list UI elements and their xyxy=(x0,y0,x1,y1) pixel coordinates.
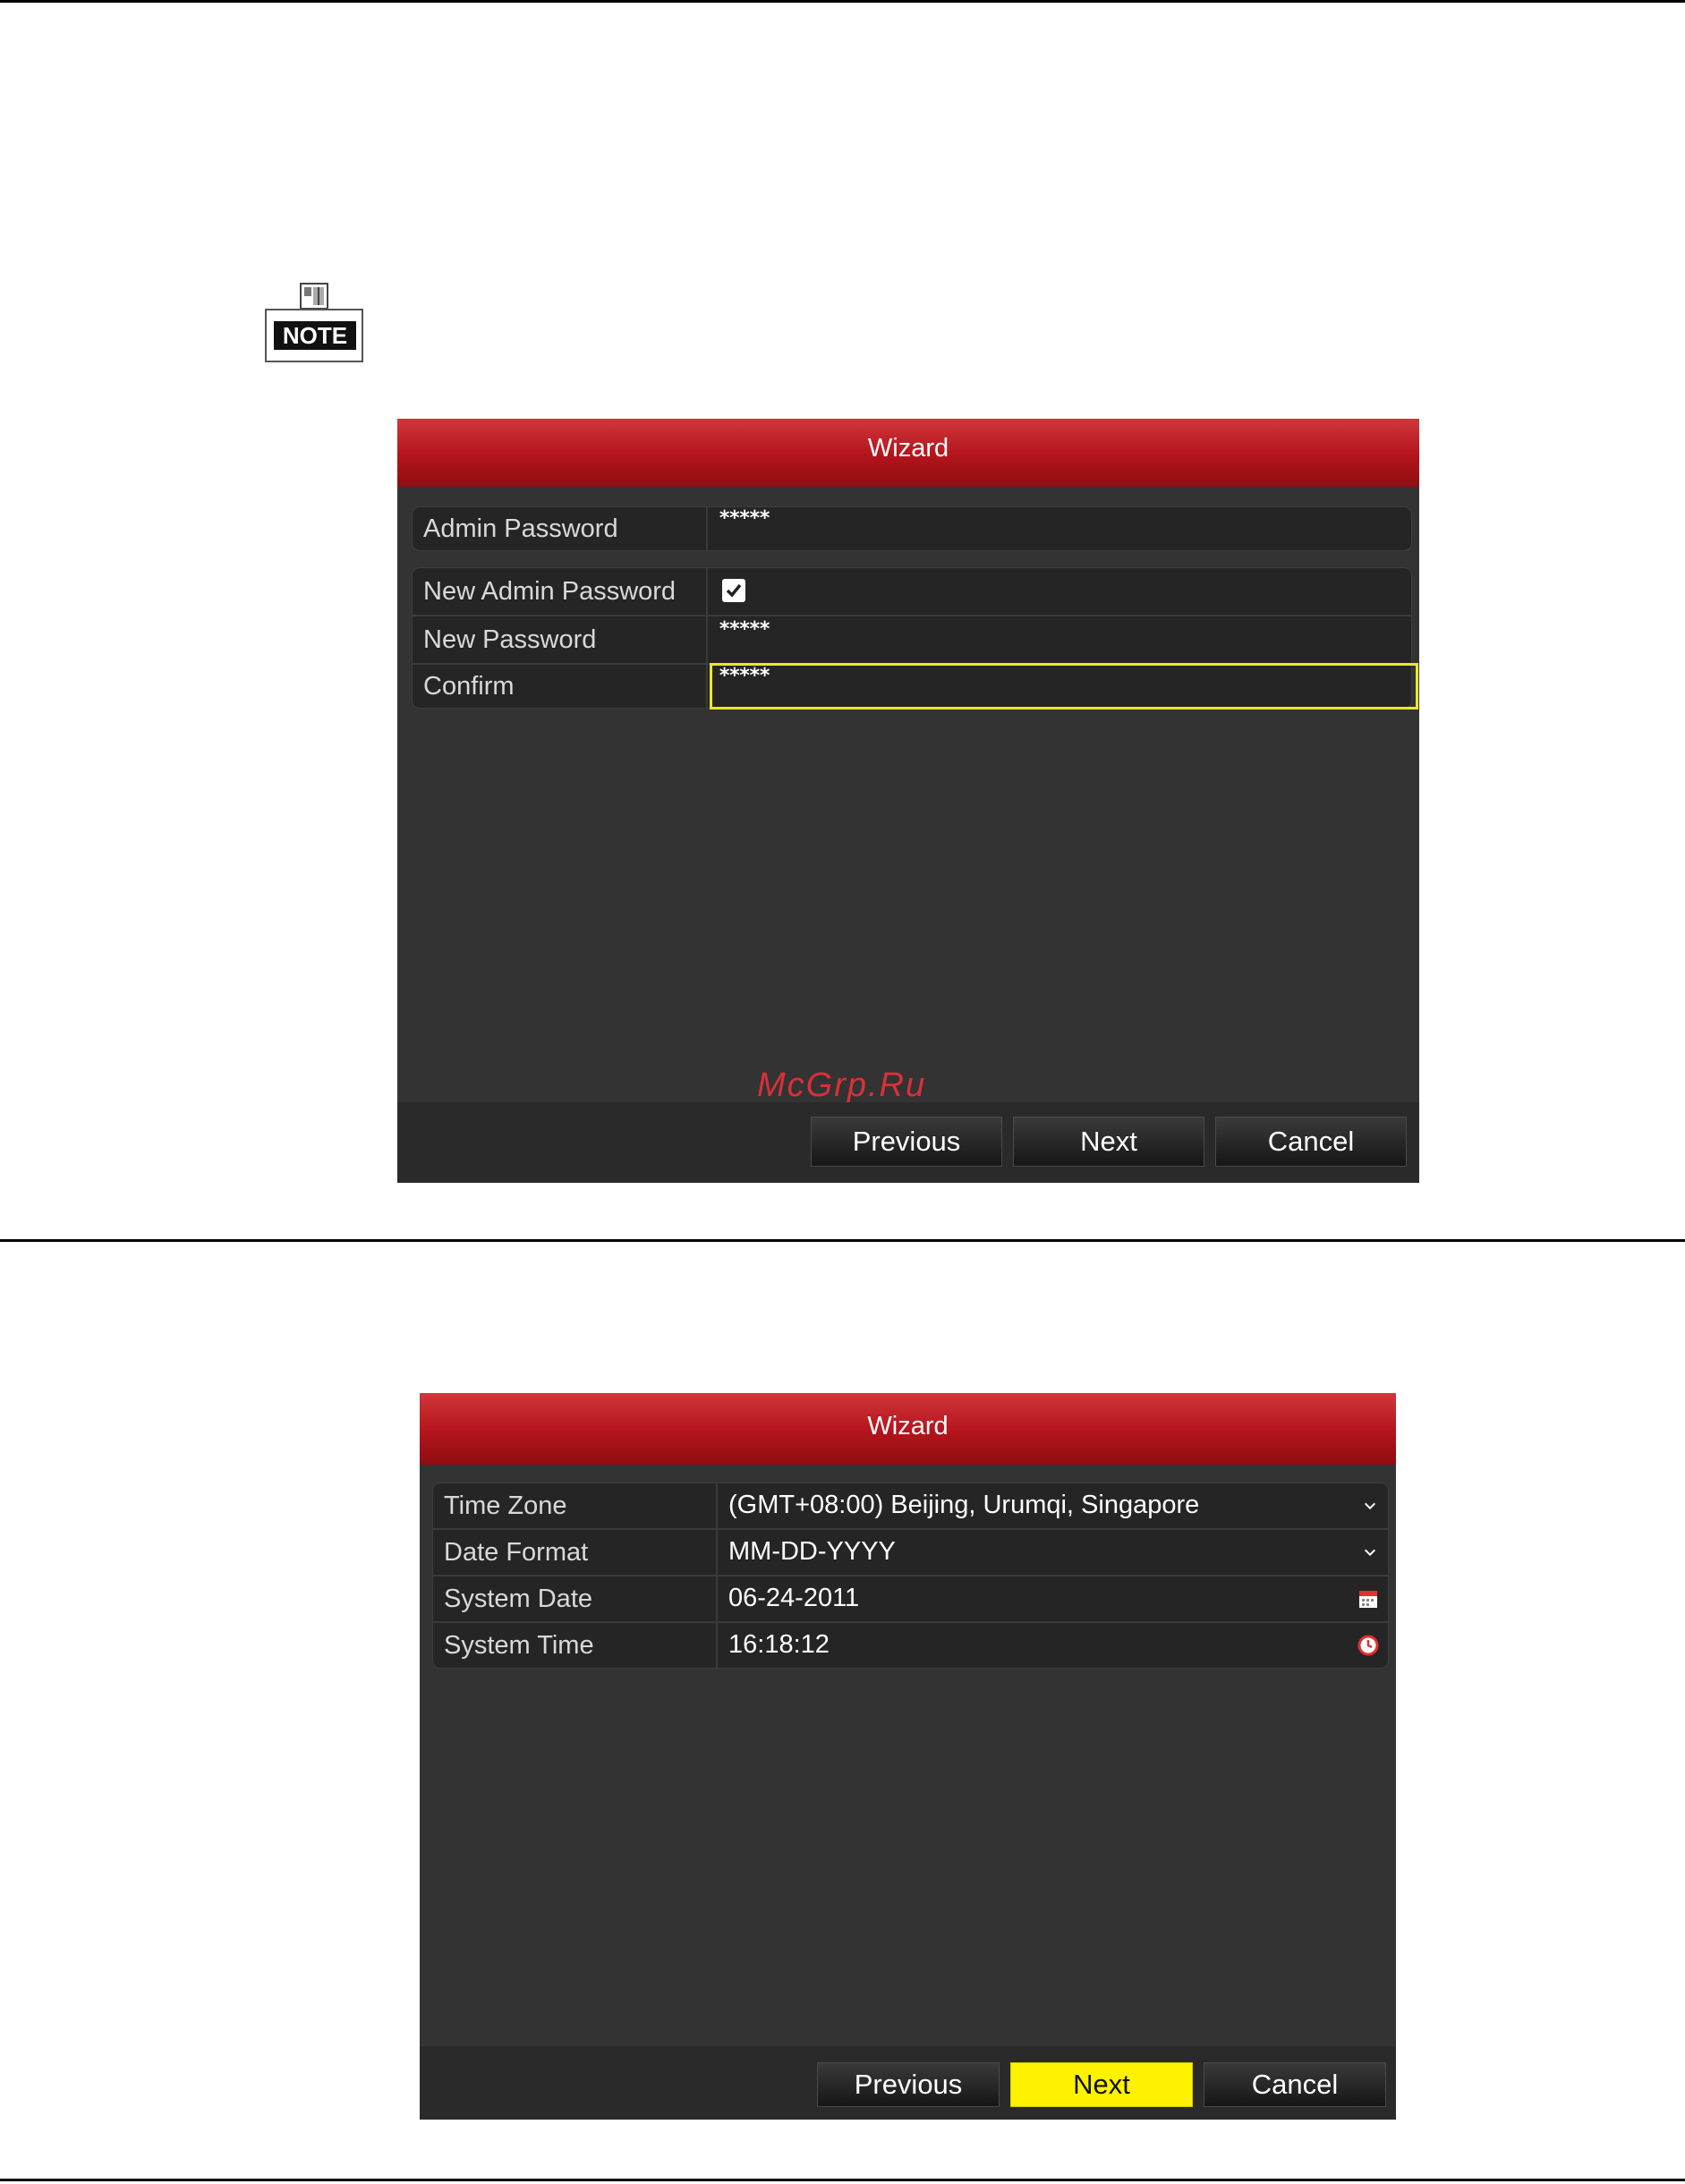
clock-icon[interactable] xyxy=(1357,1635,1379,1656)
date-format-row[interactable]: Date Format MM-DD-YYYY xyxy=(433,1530,1388,1575)
watermark: McGrp.Ru xyxy=(757,1067,927,1104)
new-admin-password-row: New Admin Password xyxy=(413,568,1411,615)
system-date-input[interactable]: 06-24-2011 xyxy=(719,1576,1388,1621)
confirm-label: Confirm xyxy=(413,663,708,710)
admin-password-row: Admin Password ***** xyxy=(413,506,1411,552)
checkbox-checked-icon xyxy=(726,583,742,598)
confirm-row: Confirm ***** xyxy=(413,663,1418,710)
wizard-window-password: Wizard Admin Password ***** New Admin Pa… xyxy=(397,419,1419,1183)
system-time-row[interactable]: System Time 16:18:12 xyxy=(433,1623,1388,1668)
note-label: NOTE xyxy=(274,321,356,350)
time-zone-select[interactable]: (GMT+08:00) Beijing, Urumqi, Singapore xyxy=(719,1483,1388,1528)
admin-password-input[interactable]: ***** xyxy=(710,506,1411,552)
system-date-row[interactable]: System Date 06-24-2011 xyxy=(433,1576,1388,1621)
note-tag: NOTE xyxy=(265,309,363,362)
time-zone-value: (GMT+08:00) Beijing, Urumqi, Singapore xyxy=(728,1491,1200,1519)
new-admin-password-checkbox[interactable] xyxy=(722,579,745,602)
wizard-window-time: Wizard Time Zone (GMT+08:00) Beijing, Ur… xyxy=(420,1393,1396,2120)
cancel-button[interactable]: Cancel xyxy=(1215,1117,1407,1167)
date-format-label: Date Format xyxy=(433,1530,718,1575)
system-time-value: 16:18:12 xyxy=(728,1630,830,1659)
next-button[interactable]: Next xyxy=(1010,2062,1193,2107)
new-password-input[interactable]: ***** xyxy=(710,616,1411,663)
wizard-title: Wizard xyxy=(397,419,1419,487)
new-password-label: New Password xyxy=(413,616,708,663)
top-rule xyxy=(0,0,1685,3)
new-admin-password-label: New Admin Password xyxy=(413,568,708,615)
chevron-down-icon xyxy=(1364,1549,1376,1557)
time-zone-row[interactable]: Time Zone (GMT+08:00) Beijing, Urumqi, S… xyxy=(433,1483,1388,1528)
time-settings-group: Time Zone (GMT+08:00) Beijing, Urumqi, S… xyxy=(432,1483,1389,1669)
wizard-footer: Previous Next Cancel xyxy=(420,2046,1396,2120)
new-admin-password-value xyxy=(710,568,1411,615)
note-icon: NOTE xyxy=(265,280,365,364)
system-date-label: System Date xyxy=(433,1576,718,1621)
chevron-down-icon xyxy=(1364,1502,1376,1510)
calendar-icon[interactable] xyxy=(1357,1588,1379,1610)
system-date-value: 06-24-2011 xyxy=(728,1584,860,1612)
admin-password-label: Admin Password xyxy=(413,506,708,552)
wizard-footer: Previous Next Cancel xyxy=(397,1102,1419,1183)
middle-rule xyxy=(0,1239,1685,1242)
next-button[interactable]: Next xyxy=(1013,1117,1204,1167)
previous-button[interactable]: Previous xyxy=(811,1117,1002,1167)
system-time-label: System Time xyxy=(433,1623,718,1668)
new-password-group: New Admin Password New Password ***** Co… xyxy=(412,567,1418,710)
new-password-row: New Password ***** xyxy=(413,616,1411,663)
admin-password-group: Admin Password ***** xyxy=(412,506,1412,552)
system-time-input[interactable]: 16:18:12 xyxy=(719,1623,1388,1668)
time-zone-label: Time Zone xyxy=(433,1483,718,1528)
previous-button[interactable]: Previous xyxy=(817,2062,1000,2107)
date-format-value: MM-DD-YYYY xyxy=(728,1537,896,1566)
wizard-title: Wizard xyxy=(420,1393,1396,1465)
cancel-button[interactable]: Cancel xyxy=(1204,2062,1386,2107)
confirm-input[interactable]: ***** xyxy=(710,663,1418,710)
bottom-rule xyxy=(0,2179,1685,2181)
hand-icon xyxy=(300,283,328,310)
date-format-select[interactable]: MM-DD-YYYY xyxy=(719,1530,1388,1575)
